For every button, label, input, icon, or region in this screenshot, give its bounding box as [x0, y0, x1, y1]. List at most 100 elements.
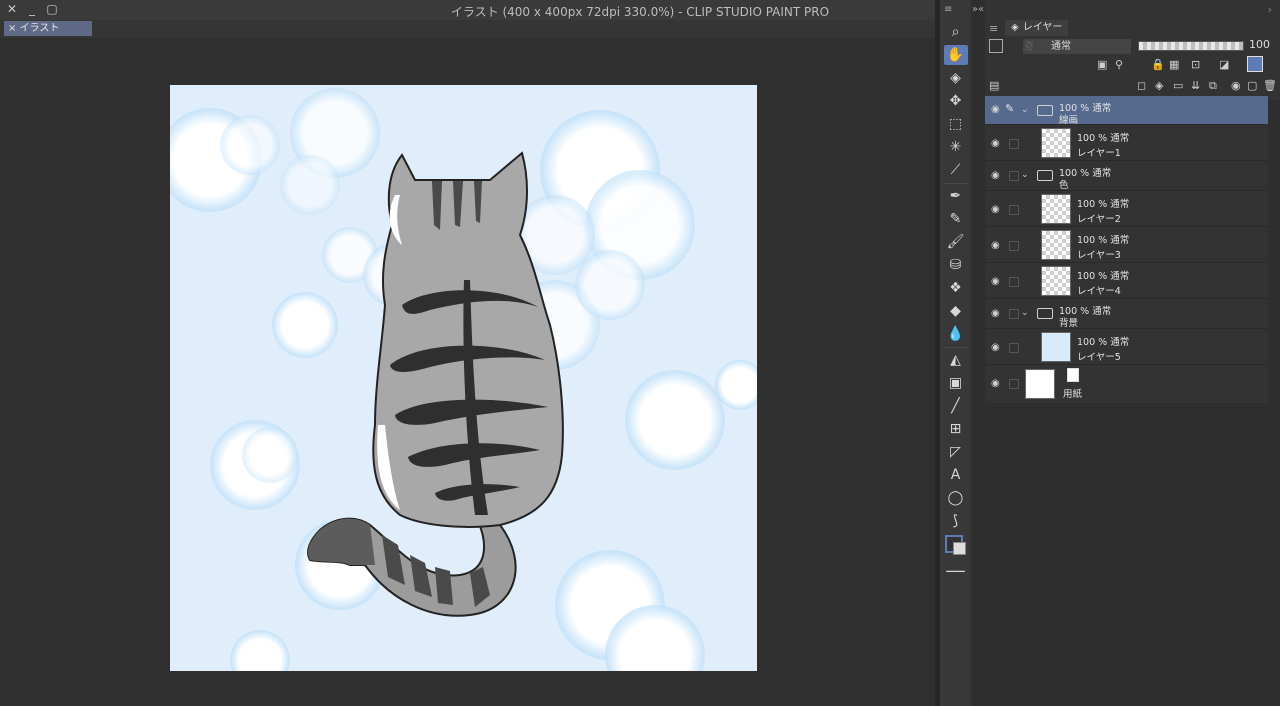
clip-icon[interactable]: ▣	[1097, 58, 1107, 71]
layer-row-folder[interactable]: ◉ ✎ ⌄ 100 % 通常 線画	[985, 96, 1268, 126]
layer-check-box[interactable]	[1009, 139, 1019, 149]
lock-transparency-icon[interactable]: ▦	[1169, 58, 1179, 71]
layer-row-folder[interactable]: ◉ ⌄ 100 % 通常 色	[985, 160, 1268, 191]
layer-check-box[interactable]	[1009, 241, 1019, 251]
zoom-icon[interactable]: ⌕	[944, 22, 968, 42]
document-tab-bar: × イラスト	[0, 20, 935, 38]
visibility-eye-icon[interactable]: ◉	[991, 104, 1000, 115]
decoration-icon[interactable]: ❖	[944, 278, 968, 298]
panel-expand-icon[interactable]: ›	[1268, 3, 1272, 16]
frame-icon[interactable]: ⊞	[944, 419, 968, 439]
balloon-icon[interactable]: ◯	[944, 488, 968, 508]
layer-name: 背景	[1059, 318, 1079, 329]
tab-close-icon[interactable]: ×	[8, 23, 20, 34]
visibility-eye-icon[interactable]: ◉	[991, 204, 1000, 215]
color-swatch-icon[interactable]	[944, 534, 968, 555]
apply-mask-icon[interactable]: ▢	[1247, 79, 1257, 92]
correct-line-icon[interactable]: ⟆	[944, 511, 968, 531]
layer-row[interactable]: ◉ 100 % 通常 レイヤー2	[985, 190, 1268, 227]
mask-icon[interactable]: ⊡	[1191, 58, 1200, 71]
line-icon[interactable]: ╱	[944, 396, 968, 416]
layer-panel: › ≡ ◈ レイヤー 通常 100 ▣ ⚲ 🔒 ▦ ⊡ ◪ ▤ ◻ ◈ ▭ ⇊ …	[985, 0, 1280, 706]
opacity-value[interactable]: 100	[1249, 38, 1270, 51]
layer-toolbar-bottom: ▤ ◻ ◈ ▭ ⇊ ⧉ ◉ ▢ 🗑	[985, 76, 1280, 96]
drawing-canvas[interactable]	[170, 85, 757, 671]
document-tab[interactable]: × イラスト	[4, 21, 92, 36]
layer-color-icon[interactable]	[1247, 56, 1263, 72]
layer-thumbnail	[1041, 230, 1071, 260]
layer-row[interactable]: ◉ 100 % 通常 レイヤー1	[985, 124, 1268, 161]
layer-check-box[interactable]	[1009, 171, 1019, 181]
folder-icon	[1037, 105, 1053, 116]
merge-down-icon[interactable]: ⧉	[1209, 79, 1217, 93]
visibility-eye-icon[interactable]: ◉	[991, 378, 1000, 389]
tool-palette: ≡ ⌕ ✋ ◈ ✥ ⬚ ✳ ⟋ ✒ ✎ 🖌 ⛁ ❖ ◆ 💧 ◭ ▣ ╱ ⊞ ◸ …	[940, 0, 971, 706]
ruler-icon[interactable]: ◸	[944, 442, 968, 462]
layer-check-box[interactable]	[1009, 277, 1019, 287]
folder-expand-icon[interactable]: ⌄	[1021, 170, 1029, 180]
tool-palette-menu-icon[interactable]: ≡	[940, 0, 971, 20]
magic-wand-icon[interactable]: ✳	[944, 137, 968, 157]
document-tab-label: イラスト	[19, 23, 60, 34]
visibility-eye-icon[interactable]: ◉	[991, 138, 1000, 149]
reference-icon[interactable]: ⚲	[1115, 58, 1123, 71]
layer-palette-layout-icon[interactable]: ▤	[989, 79, 999, 92]
folder-expand-icon[interactable]: ⌄	[1021, 308, 1029, 318]
pen-icon[interactable]: ✒	[944, 186, 968, 206]
layer-row[interactable]: ◉ 100 % 通常 レイヤー5	[985, 328, 1268, 365]
layer-check-box[interactable]	[1009, 343, 1019, 353]
layer-check-box[interactable]	[1009, 205, 1019, 215]
layer-row-folder[interactable]: ◉ ⌄ 100 % 通常 背景	[985, 298, 1268, 329]
layer-list-empty-area	[985, 406, 1280, 706]
expression-color-icon[interactable]	[989, 39, 1003, 53]
layer-toolbar-top: ▣ ⚲ 🔒 ▦ ⊡ ◪	[985, 56, 1280, 74]
hand-icon[interactable]: ✋	[943, 45, 968, 65]
layer-row[interactable]: ◉ 100 % 通常 レイヤー3	[985, 226, 1268, 263]
new-folder-icon[interactable]: ▭	[1173, 79, 1183, 92]
layer-list-scrollbar[interactable]	[1268, 100, 1280, 406]
eyedropper-icon[interactable]: ⟋	[944, 160, 968, 180]
folder-expand-icon[interactable]: ⌄	[1021, 105, 1029, 115]
layer-row[interactable]: ◉ 100 % 通常 レイヤー4	[985, 262, 1268, 299]
tab-layer[interactable]: ◈ レイヤー	[1005, 20, 1069, 36]
transparency-swatch-icon[interactable]: ▁▁▁	[944, 557, 968, 577]
layer-thumbnail	[1041, 128, 1071, 158]
opacity-slider[interactable]	[1138, 41, 1244, 51]
gradient-icon[interactable]: ▣	[944, 373, 968, 393]
fill-icon[interactable]: ◭	[944, 350, 968, 370]
canvas-area[interactable]	[0, 38, 935, 706]
new-vector-layer-icon[interactable]: ◈	[1155, 79, 1163, 92]
brush-icon[interactable]: 🖌	[944, 232, 968, 252]
blend-icon[interactable]: 💧	[944, 324, 968, 344]
panel-menu-icon[interactable]: ≡	[989, 22, 998, 35]
create-mask-icon[interactable]: ◉	[1231, 79, 1241, 92]
panel-header: ›	[985, 0, 1280, 20]
tool-divider	[944, 183, 967, 184]
layer-name: レイヤー2	[1077, 214, 1121, 225]
eraser-icon[interactable]: ◆	[944, 301, 968, 321]
cat-illustration	[170, 85, 757, 671]
text-icon[interactable]: A	[944, 465, 968, 485]
visibility-eye-icon[interactable]: ◉	[991, 342, 1000, 353]
transfer-down-icon[interactable]: ⇊	[1191, 79, 1200, 92]
pencil-icon[interactable]: ✎	[944, 209, 968, 229]
new-raster-layer-icon[interactable]: ◻	[1137, 79, 1146, 92]
rect-select-icon[interactable]: ⬚	[944, 114, 968, 134]
layer-mode: 100 % 通常	[1077, 235, 1130, 246]
layer-mode: 100 % 通常	[1077, 199, 1130, 210]
layer-check-box[interactable]	[1009, 309, 1019, 319]
ruler-show-icon[interactable]: ◪	[1219, 58, 1229, 71]
move-icon[interactable]: ✥	[944, 91, 968, 111]
visibility-eye-icon[interactable]: ◉	[991, 240, 1000, 251]
visibility-eye-icon[interactable]: ◉	[991, 308, 1000, 319]
delete-layer-icon[interactable]: 🗑	[1263, 79, 1277, 92]
object-select-icon[interactable]: ◈	[944, 68, 968, 88]
layer-check-box[interactable]	[1009, 379, 1019, 389]
lock-icon[interactable]: 🔒	[1151, 58, 1165, 71]
collapse-arrows-icon[interactable]: »«	[971, 0, 985, 20]
visibility-eye-icon[interactable]: ◉	[991, 276, 1000, 287]
airbrush-icon[interactable]: ⛁	[944, 255, 968, 275]
layer-row-paper[interactable]: ◉ 用紙	[985, 364, 1268, 405]
visibility-eye-icon[interactable]: ◉	[991, 170, 1000, 181]
blend-mode-dropdown[interactable]: 通常	[1023, 38, 1131, 54]
